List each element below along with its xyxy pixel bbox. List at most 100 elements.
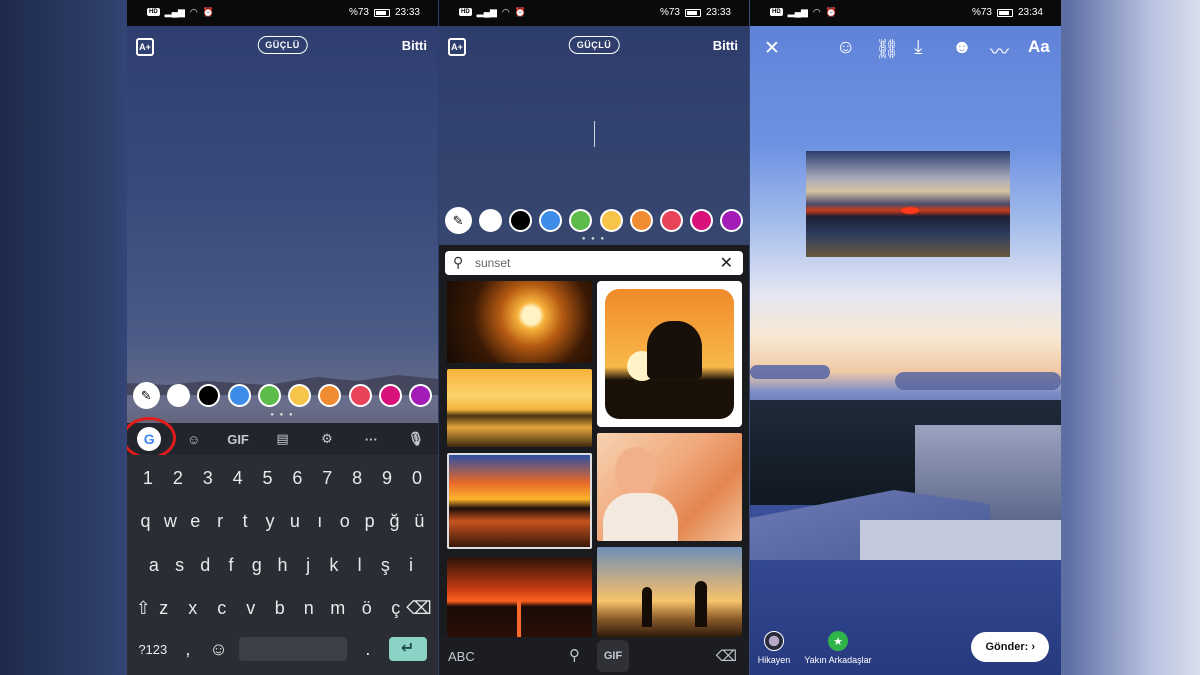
key-d[interactable]: d — [195, 555, 215, 576]
key-z[interactable]: z — [154, 598, 174, 619]
color-swatch[interactable] — [508, 209, 532, 232]
gif-result-sun[interactable] — [447, 281, 592, 363]
key-x[interactable]: x — [183, 598, 203, 619]
key-ı[interactable]: ı — [310, 511, 330, 532]
key-o[interactable]: o — [335, 511, 355, 532]
symbols-key[interactable]: ?123 — [138, 642, 167, 657]
key-2[interactable]: 2 — [168, 468, 188, 489]
color-swatch[interactable] — [690, 209, 714, 232]
key-w[interactable]: w — [160, 511, 180, 532]
eyedropper-icon[interactable]: ✎ — [132, 382, 160, 409]
backspace-key[interactable]: ⌫ — [406, 598, 431, 619]
gif-tab[interactable]: GIF — [597, 640, 629, 672]
search-icon[interactable]: ⚲ — [569, 646, 580, 664]
comma-key[interactable]: , — [178, 639, 198, 660]
key-7[interactable]: 7 — [317, 468, 337, 489]
key-e[interactable]: e — [185, 511, 205, 532]
face-effects-icon[interactable]: ☺ — [836, 37, 855, 59]
gif-result-ocean-horizon[interactable] — [447, 557, 592, 637]
key-0[interactable]: 0 — [407, 468, 427, 489]
color-swatch[interactable] — [197, 384, 221, 407]
color-swatch[interactable] — [166, 384, 190, 407]
emoji-key[interactable]: ☺ — [209, 639, 229, 660]
link-icon[interactable]: ⛓ — [875, 37, 899, 61]
settings-gear-icon[interactable]: ⚙ — [315, 431, 339, 447]
placed-gif-sticker[interactable] — [806, 151, 1010, 257]
color-swatch[interactable] — [629, 209, 653, 232]
key-a[interactable]: a — [144, 555, 164, 576]
google-search-button[interactable]: G — [127, 417, 177, 459]
text-tool-button[interactable]: Aa — [1028, 37, 1050, 57]
shift-key[interactable]: ⇧ — [133, 598, 153, 619]
key-ç[interactable]: ç — [386, 598, 406, 619]
key-f[interactable]: f — [221, 555, 241, 576]
key-ö[interactable]: ö — [357, 598, 377, 619]
color-swatch[interactable] — [409, 384, 433, 407]
key-ş[interactable]: ş — [375, 555, 395, 576]
gif-result-sea-sunset[interactable] — [447, 369, 592, 447]
gif-result-lake-sunset[interactable] — [447, 453, 592, 549]
key-9[interactable]: 9 — [377, 468, 397, 489]
key-i[interactable]: i — [401, 555, 421, 576]
color-swatch[interactable] — [539, 209, 563, 232]
key-g[interactable]: g — [247, 555, 267, 576]
gif-search-input[interactable]: ⚲ sunset ✕ — [445, 251, 743, 275]
clear-search-icon[interactable]: ✕ — [720, 253, 733, 273]
key-u[interactable]: u — [285, 511, 305, 532]
done-button[interactable]: Bitti — [713, 38, 738, 53]
key-8[interactable]: 8 — [347, 468, 367, 489]
gif-button[interactable]: GIF — [226, 432, 250, 447]
key-q[interactable]: q — [135, 511, 155, 532]
clipboard-icon[interactable]: ▤ — [270, 431, 294, 447]
key-ü[interactable]: ü — [409, 511, 429, 532]
key-j[interactable]: j — [298, 555, 318, 576]
microphone-icon[interactable]: 🎙 — [404, 431, 428, 447]
color-swatch[interactable] — [659, 209, 683, 232]
key-5[interactable]: 5 — [258, 468, 278, 489]
key-t[interactable]: t — [235, 511, 255, 532]
share-target-close-friends[interactable]: ★ Yakın Arkadaşlar — [798, 631, 878, 665]
abc-button[interactable]: ABC — [448, 649, 475, 664]
gif-result-laughing-man[interactable] — [597, 433, 742, 541]
color-swatch[interactable] — [288, 384, 312, 407]
key-k[interactable]: k — [324, 555, 344, 576]
color-swatch[interactable] — [318, 384, 342, 407]
key-3[interactable]: 3 — [198, 468, 218, 489]
sticker-icon[interactable]: ☺ — [182, 432, 206, 447]
key-v[interactable]: v — [241, 598, 261, 619]
text-style-icon[interactable]: A+ — [136, 38, 154, 56]
key-6[interactable]: 6 — [287, 468, 307, 489]
eyedropper-icon[interactable]: ✎ — [444, 207, 472, 234]
key-l[interactable]: l — [350, 555, 370, 576]
key-n[interactable]: n — [299, 598, 319, 619]
key-s[interactable]: s — [170, 555, 190, 576]
sticker-icon[interactable]: ☻ — [952, 37, 972, 59]
enter-key[interactable]: ↵ — [388, 637, 427, 661]
key-y[interactable]: y — [260, 511, 280, 532]
color-swatch[interactable] — [720, 209, 744, 232]
key-b[interactable]: b — [270, 598, 290, 619]
space-key[interactable] — [239, 637, 348, 661]
color-swatch[interactable] — [379, 384, 403, 407]
key-4[interactable]: 4 — [228, 468, 248, 489]
key-1[interactable]: 1 — [138, 468, 158, 489]
key-p[interactable]: p — [360, 511, 380, 532]
color-swatch[interactable] — [569, 209, 593, 232]
send-button[interactable]: Gönder: › — [971, 632, 1049, 662]
backspace-icon[interactable]: ⌫ — [716, 647, 737, 665]
period-key[interactable]: . — [358, 639, 378, 660]
done-button[interactable]: Bitti — [402, 38, 427, 53]
download-icon[interactable]: ⤓ — [914, 37, 922, 59]
more-options-button[interactable]: ··· — [359, 432, 383, 447]
text-style-icon[interactable]: A+ — [448, 38, 466, 56]
color-swatch[interactable] — [599, 209, 623, 232]
draw-icon[interactable]: 〰 — [990, 37, 1009, 64]
key-r[interactable]: r — [210, 511, 230, 532]
color-swatch[interactable] — [478, 209, 502, 232]
gif-result-cartoon-couple[interactable] — [597, 281, 742, 427]
text-strength-button[interactable]: GÜÇLÜ — [257, 36, 308, 54]
color-swatch[interactable] — [257, 384, 281, 407]
key-h[interactable]: h — [272, 555, 292, 576]
color-swatch[interactable] — [227, 384, 251, 407]
text-strength-button[interactable]: GÜÇLÜ — [568, 36, 620, 54]
